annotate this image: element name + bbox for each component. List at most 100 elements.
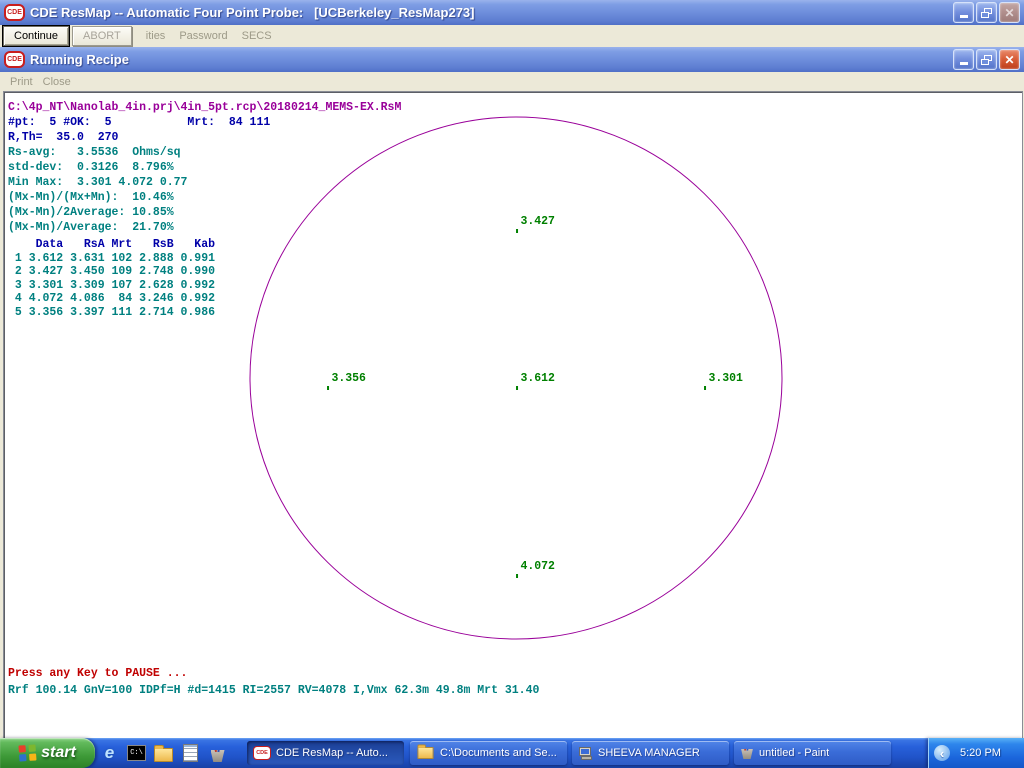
instrument-status-line: Rrf 100.14 GnV=100 IDPf=H #d=1415 RI=255…: [8, 684, 539, 697]
table-cell: 3.450: [63, 265, 104, 279]
menu-utilities-partial[interactable]: ities: [146, 30, 166, 42]
minimize-button[interactable]: [953, 2, 974, 23]
restore-icon: [981, 8, 992, 18]
table-cell: 3.356: [22, 306, 63, 320]
table-cell: 0.986: [174, 306, 215, 320]
wafer-point-value: 3.301: [708, 372, 743, 385]
recipe-restore-button[interactable]: [976, 49, 997, 70]
wafer-point-label-top: 3.427: [479, 202, 555, 259]
taskbar-item-paint[interactable]: untitled - Paint: [734, 741, 891, 765]
restore-button[interactable]: [976, 2, 997, 23]
table-header-data: Data: [22, 238, 63, 252]
table-cell: 3.427: [22, 265, 63, 279]
wafer-point-label-center: 3.612: [479, 359, 555, 416]
command-prompt-icon[interactable]: C:\: [127, 744, 146, 763]
system-tray: ‹ 5:20 PM: [928, 738, 1024, 768]
wafer-point-value: 4.072: [520, 560, 555, 573]
recipe-close-button[interactable]: ✕: [999, 49, 1020, 70]
start-button[interactable]: start: [0, 738, 95, 768]
abort-button: ABORT: [72, 26, 132, 46]
recipe-minimize-button[interactable]: [953, 49, 974, 70]
wafer-point-label-left: 3.356: [290, 359, 366, 416]
taskbar-item-label: CDE ResMap -- Auto...: [276, 747, 388, 759]
table-row: 5: [8, 306, 22, 320]
folder-icon: [154, 748, 173, 762]
table-cell: 107: [105, 279, 133, 293]
table-cell: 2.748: [132, 265, 173, 279]
menu-password[interactable]: Password: [179, 30, 227, 42]
taskbar-item-label: SHEEVA MANAGER: [598, 747, 700, 759]
table-cell: 0.991: [174, 252, 215, 266]
taskbar-item-sheeva-manager[interactable]: SHEEVA MANAGER: [572, 741, 729, 765]
probe-point-tick-icon: [516, 574, 518, 578]
close-button: ✕: [999, 2, 1020, 23]
notepad-glyph-icon: [183, 744, 198, 762]
paint-cup-icon: [741, 749, 753, 759]
table-cell: 3.301: [22, 279, 63, 293]
close-icon: ✕: [1004, 54, 1014, 66]
close-icon: ✕: [1004, 7, 1014, 19]
probe-point-tick-icon: [516, 229, 518, 233]
taskbar-clock: 5:20 PM: [960, 747, 1001, 759]
probe-point-tick-icon: [327, 386, 329, 390]
taskbar: start e C:\ CDE CDE ResMap -- Auto... C:…: [0, 738, 1024, 768]
table-cell: 109: [105, 265, 133, 279]
folder-icon: [417, 747, 433, 759]
ie-glyph: e: [105, 743, 114, 763]
menu-secs[interactable]: SECS: [242, 30, 272, 42]
paint-icon[interactable]: [208, 744, 227, 763]
pause-prompt: Press any Key to PAUSE ...: [8, 667, 187, 680]
table-header-rsb: RsB: [132, 238, 173, 252]
table-cell: 102: [105, 252, 133, 266]
main-window-title: CDE ResMap -- Automatic Four Point Probe…: [30, 5, 475, 20]
recipe-output-area: C:\4p_NT\Nanolab_4in.prj\4in_5pt.rcp\201…: [3, 91, 1023, 740]
start-button-label: start: [41, 744, 76, 762]
minimize-icon: [960, 62, 968, 65]
cmd-glyph: C:\: [127, 745, 146, 761]
table-cell: 3.246: [132, 292, 173, 306]
minimize-icon: [960, 15, 968, 18]
table-cell: 4.072: [22, 292, 63, 306]
probe-point-tick-icon: [704, 386, 706, 390]
table-header-mrt: Mrt: [105, 238, 133, 252]
main-toolbar: Continue ABORT ities Password SECS: [0, 25, 1024, 47]
table-cell: 3.612: [22, 252, 63, 266]
cde-recipe-icon-text: CDE: [7, 56, 22, 63]
folder-shortcut-icon[interactable]: [154, 744, 173, 763]
table-header-index: [8, 238, 22, 252]
table-cell: 0.992: [174, 292, 215, 306]
computer-icon: [578, 747, 593, 760]
probe-point-tick-icon: [516, 386, 518, 390]
table-header-kab: Kab: [174, 238, 215, 252]
cde-taskbar-icon: CDE: [253, 746, 271, 760]
wafer-point-label-right: 3.301: [667, 359, 743, 416]
hide-icons-chevron-icon[interactable]: ‹: [934, 745, 950, 761]
recipe-menubar: Print Close: [0, 72, 1024, 91]
table-cell: 3.309: [63, 279, 104, 293]
notepad-icon[interactable]: [181, 744, 200, 763]
windows-flag-icon: [19, 744, 37, 761]
table-cell: 3.631: [63, 252, 104, 266]
table-cell: 0.992: [174, 279, 215, 293]
taskbar-item-cde-resmap[interactable]: CDE CDE ResMap -- Auto...: [247, 741, 404, 765]
menu-print[interactable]: Print: [10, 76, 33, 88]
wafer-point-value: 3.612: [520, 372, 555, 385]
paint-cup-icon: [211, 750, 225, 762]
menu-close[interactable]: Close: [43, 76, 71, 88]
taskbar-item-documents-folder[interactable]: C:\Documents and Se...: [410, 741, 567, 765]
main-window-titlebar: CDE CDE ResMap -- Automatic Four Point P…: [0, 0, 1024, 25]
table-cell: 84: [105, 292, 133, 306]
measurement-table: Data RsA Mrt RsB Kab 1 3.612 3.631 102 2…: [8, 238, 215, 319]
table-cell: 4.086: [63, 292, 104, 306]
wafer-point-value: 3.427: [520, 215, 555, 228]
continue-button[interactable]: Continue: [3, 26, 69, 46]
quick-launch-bar: e C:\: [100, 742, 227, 764]
internet-explorer-icon[interactable]: e: [100, 744, 119, 763]
taskbar-item-label: untitled - Paint: [759, 747, 829, 759]
table-cell: 2.888: [132, 252, 173, 266]
table-cell: 2.628: [132, 279, 173, 293]
restore-icon: [981, 55, 992, 65]
taskbar-item-label: C:\Documents and Se...: [440, 747, 557, 759]
table-cell: 3.397: [63, 306, 104, 320]
table-header-rsa: RsA: [63, 238, 104, 252]
